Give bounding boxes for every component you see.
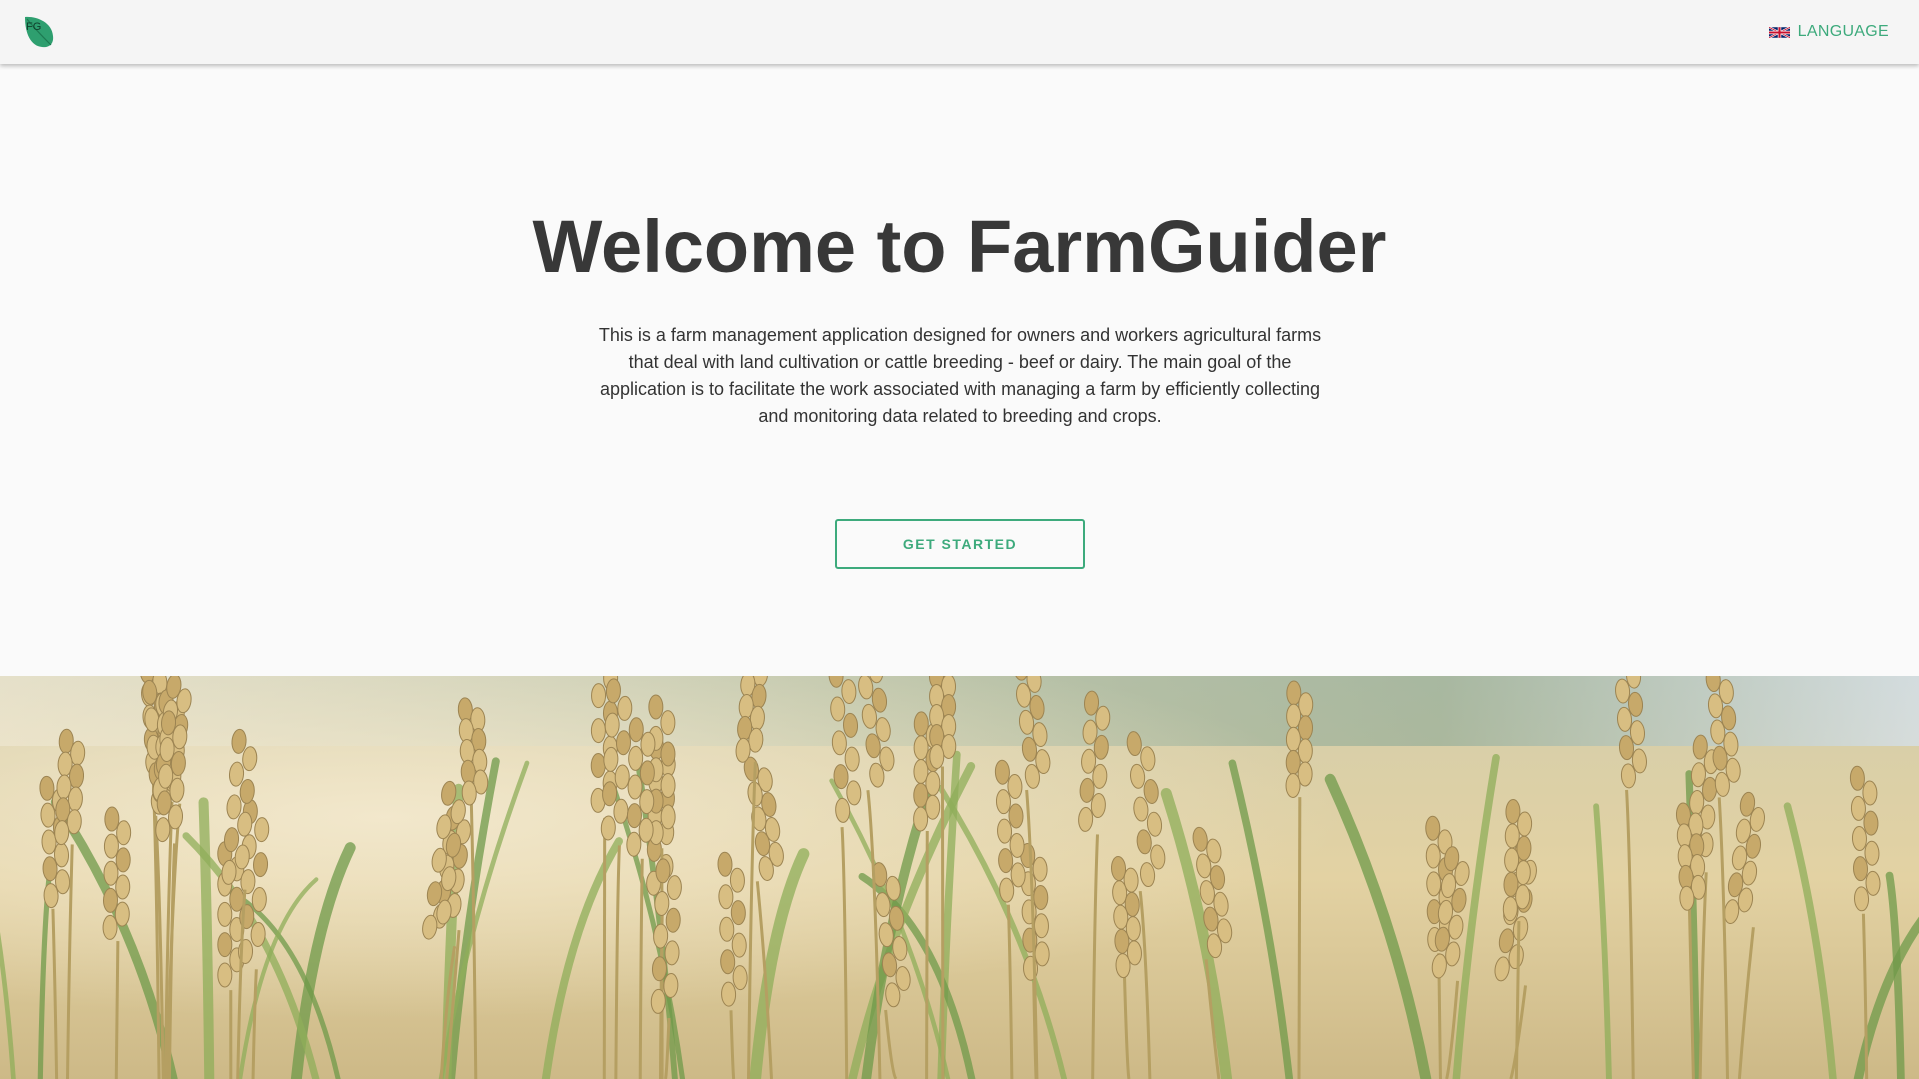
farmguider-logo-icon[interactable]: FG	[22, 14, 56, 50]
svg-text:FG: FG	[26, 21, 41, 33]
uk-flag-icon	[1768, 25, 1790, 39]
wheat-field-image	[0, 676, 1919, 1079]
language-selector[interactable]: LANGUAGE	[1768, 22, 1889, 42]
language-label: LANGUAGE	[1797, 23, 1889, 40]
wheat-field-banner	[0, 676, 1919, 1079]
hero-section: Welcome to FarmGuider This is a farm man…	[0, 64, 1919, 676]
get-started-button[interactable]: GET STARTED	[835, 519, 1085, 569]
page-title: Welcome to FarmGuider	[532, 205, 1387, 288]
top-app-bar: FG LANGUAGE	[0, 0, 1919, 64]
app-description: This is a farm management application de…	[598, 325, 1322, 426]
